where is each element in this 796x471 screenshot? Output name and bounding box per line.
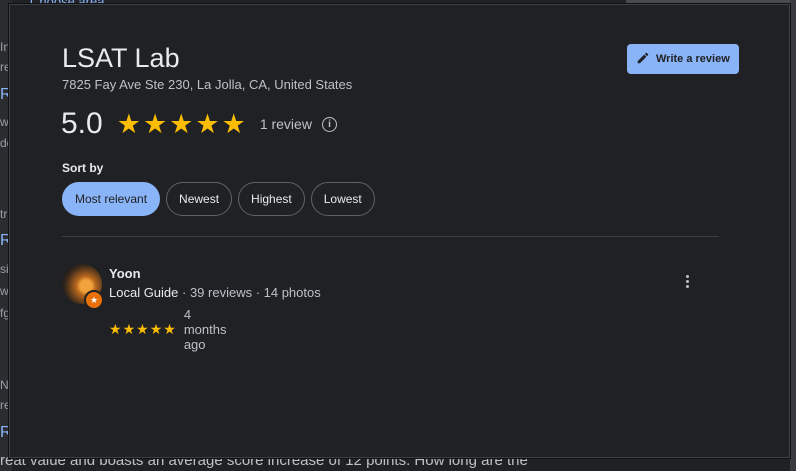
review-count: 1 review [259, 116, 312, 132]
sort-options: Most relevant Newest Highest Lowest [62, 182, 375, 216]
star-icon: ★ [116, 108, 141, 139]
star-icon: ★ [149, 321, 163, 337]
background-text-fragment: tr [0, 207, 8, 221]
reviews-dialog: LSAT Lab 7825 Fay Ave Ste 230, La Jolla,… [9, 4, 790, 458]
review-rating: ★ ★ ★ ★ ★ 4 months ago [109, 307, 226, 352]
reviewer-name[interactable]: Yoon [109, 266, 141, 281]
write-review-label: Write a review [656, 53, 730, 65]
star-icon: ★ [169, 108, 194, 139]
star-icon: ★ [122, 321, 136, 337]
reviewer-avatar[interactable]: ★ [62, 264, 104, 310]
rating-summary: 5.0 ★ ★ ★ ★ ★ 1 review i [61, 107, 337, 141]
divider [62, 236, 719, 237]
sort-chip-highest[interactable]: Highest [238, 182, 305, 216]
more-options-icon[interactable] [680, 271, 694, 291]
pencil-icon [636, 51, 650, 68]
star-icon: ★ [163, 321, 176, 337]
background-text-fragment: w [0, 115, 9, 129]
background-right-strip [790, 0, 796, 471]
rating-stars: ★ ★ ★ ★ ★ [116, 108, 246, 139]
review-date: 4 months ago [183, 307, 227, 352]
sort-chip-newest[interactable]: Newest [166, 182, 233, 216]
place-address: 7825 Fay Ave Ste 230, La Jolla, CA, Unit… [62, 77, 353, 92]
info-icon[interactable]: i [321, 116, 337, 132]
star-icon: ★ [136, 321, 149, 337]
average-rating: 5.0 [61, 107, 103, 140]
background-text-fragment: si [0, 262, 9, 276]
sort-chip-lowest[interactable]: Lowest [310, 182, 375, 216]
place-title: LSAT Lab [62, 43, 180, 73]
local-guide-label: Local Guide [109, 285, 179, 300]
reviewer-meta[interactable]: Local Guide · 39 reviews · 14 photos [109, 285, 321, 300]
sort-chip-most-relevant[interactable]: Most relevant [62, 182, 161, 216]
write-review-button[interactable]: Write a review [627, 44, 739, 74]
sort-label: Sort by [62, 161, 104, 175]
star-icon: ★ [109, 321, 122, 337]
local-guide-badge-icon: ★ [84, 290, 104, 310]
background-text-fragment: N [0, 378, 9, 392]
star-icon: ★ [195, 108, 220, 139]
reviewer-stats: · 39 reviews · 14 photos [178, 285, 321, 300]
star-icon: ★ [221, 108, 246, 139]
star-icon: ★ [142, 108, 168, 139]
